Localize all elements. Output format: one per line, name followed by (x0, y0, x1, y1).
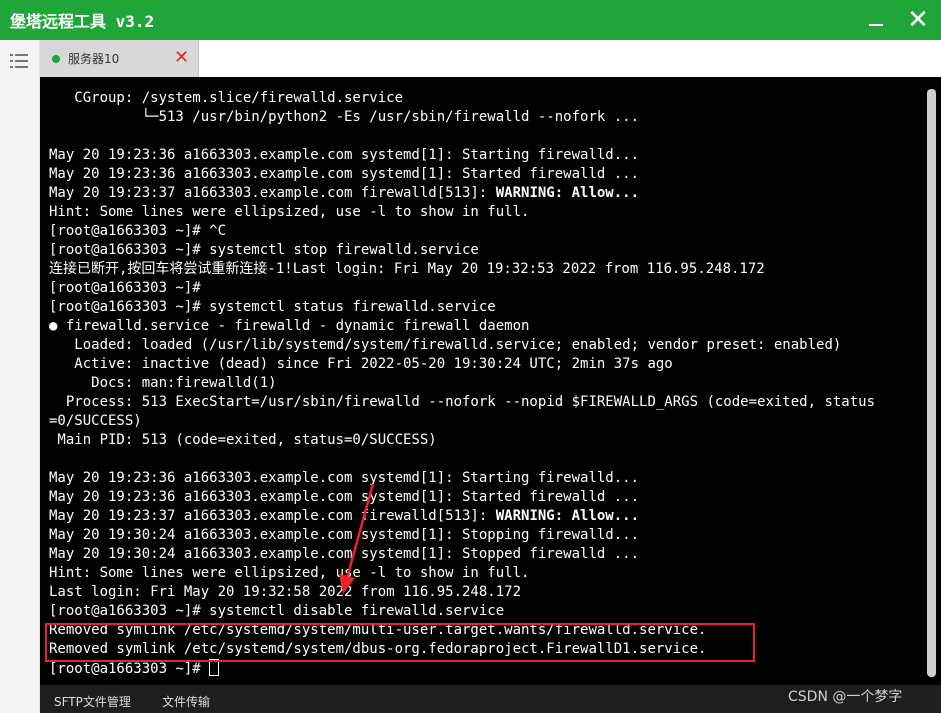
terminal-line: [root@a1663303 ~]# (49, 659, 875, 678)
connection-status-icon (52, 55, 60, 63)
terminal-scrollbar[interactable] (923, 77, 941, 685)
terminal-line: └─513 /usr/bin/python2 -Es /usr/sbin/fir… (49, 109, 640, 125)
terminal-line: May 20 19:23:37 a1663303.example.com fir… (49, 508, 640, 524)
app-title: 堡塔远程工具 v3.2 (10, 12, 155, 31)
scrollbar-thumb[interactable] (927, 89, 936, 677)
terminal-line: 连接已断开,按回车将尝试重新连接-1!Last login: Fri May 2… (49, 261, 765, 277)
terminal-line: May 20 19:23:36 a1663303.example.com sys… (49, 166, 640, 182)
terminal-line: Hint: Some lines were ellipsized, use -l… (49, 204, 530, 220)
terminal-line: May 20 19:23:36 a1663303.example.com sys… (49, 147, 640, 163)
terminal-line: May 20 19:30:24 a1663303.example.com sys… (49, 546, 640, 562)
terminal-line: [root@a1663303 ~]# systemctl disable fir… (49, 603, 505, 619)
terminal-line: Loaded: loaded (/usr/lib/systemd/system/… (49, 337, 842, 353)
terminal-line: [root@a1663303 ~]# (49, 280, 201, 296)
terminal-lines: CGroup: /system.slice/firewalld.service … (49, 89, 875, 678)
terminal-line: ● firewalld.service - firewalld - dynami… (49, 318, 530, 334)
terminal-line: [root@a1663303 ~]# systemctl stop firewa… (49, 242, 479, 258)
terminal-line: May 20 19:23:37 a1663303.example.com fir… (49, 185, 640, 201)
close-window-button[interactable]: ✕ (900, 0, 936, 40)
terminal-line: [root@a1663303 ~]# systemctl status fire… (49, 299, 496, 315)
terminal-line: Docs: man:firewalld(1) (49, 375, 277, 391)
sftp-file-manager-tab[interactable]: SFTP文件管理 (54, 693, 131, 710)
terminal-line: Active: inactive (dead) since Fri 2022-0… (49, 356, 673, 372)
terminal-line: May 20 19:30:24 a1663303.example.com sys… (49, 527, 640, 543)
minimize-button[interactable] (858, 0, 894, 40)
tab-label: 服务器10 (68, 52, 120, 66)
terminal-output[interactable]: CGroup: /system.slice/firewalld.service … (40, 77, 923, 685)
terminal-line: Removed symlink /etc/systemd/system/mult… (49, 622, 707, 638)
terminal-line: =0/SUCCESS) (49, 413, 142, 429)
tab-close-icon[interactable]: ✕ (174, 47, 189, 68)
terminal-line: May 20 19:23:36 a1663303.example.com sys… (49, 470, 640, 486)
terminal-line: Removed symlink /etc/systemd/system/dbus… (49, 641, 707, 657)
title-bar: 堡塔远程工具 v3.2 ✕ (0, 0, 941, 40)
left-sidebar (0, 40, 40, 713)
terminal-line: [root@a1663303 ~]# ^C (49, 223, 227, 239)
tab-server10[interactable]: 服务器10 ✕ (40, 40, 199, 77)
list-menu-icon[interactable] (10, 54, 28, 68)
terminal-line: Process: 513 ExecStart=/usr/sbin/firewal… (49, 394, 876, 410)
session-tab-bar: 服务器10 ✕ (40, 40, 941, 77)
file-transfer-tab[interactable]: 文件传输 (162, 693, 210, 710)
terminal-line: Main PID: 513 (code=exited, status=0/SUC… (49, 432, 437, 448)
terminal-cursor (209, 659, 220, 676)
close-icon: ✕ (907, 5, 929, 35)
terminal-line: May 20 19:23:36 a1663303.example.com sys… (49, 489, 640, 505)
minimize-icon (869, 24, 883, 26)
terminal-line: Last login: Fri May 20 19:32:58 2022 fro… (49, 584, 522, 600)
watermark: CSDN @一个梦字 (788, 689, 903, 705)
terminal-line: CGroup: /system.slice/firewalld.service (49, 90, 404, 106)
terminal-line: Hint: Some lines were ellipsized, use -l… (49, 565, 530, 581)
